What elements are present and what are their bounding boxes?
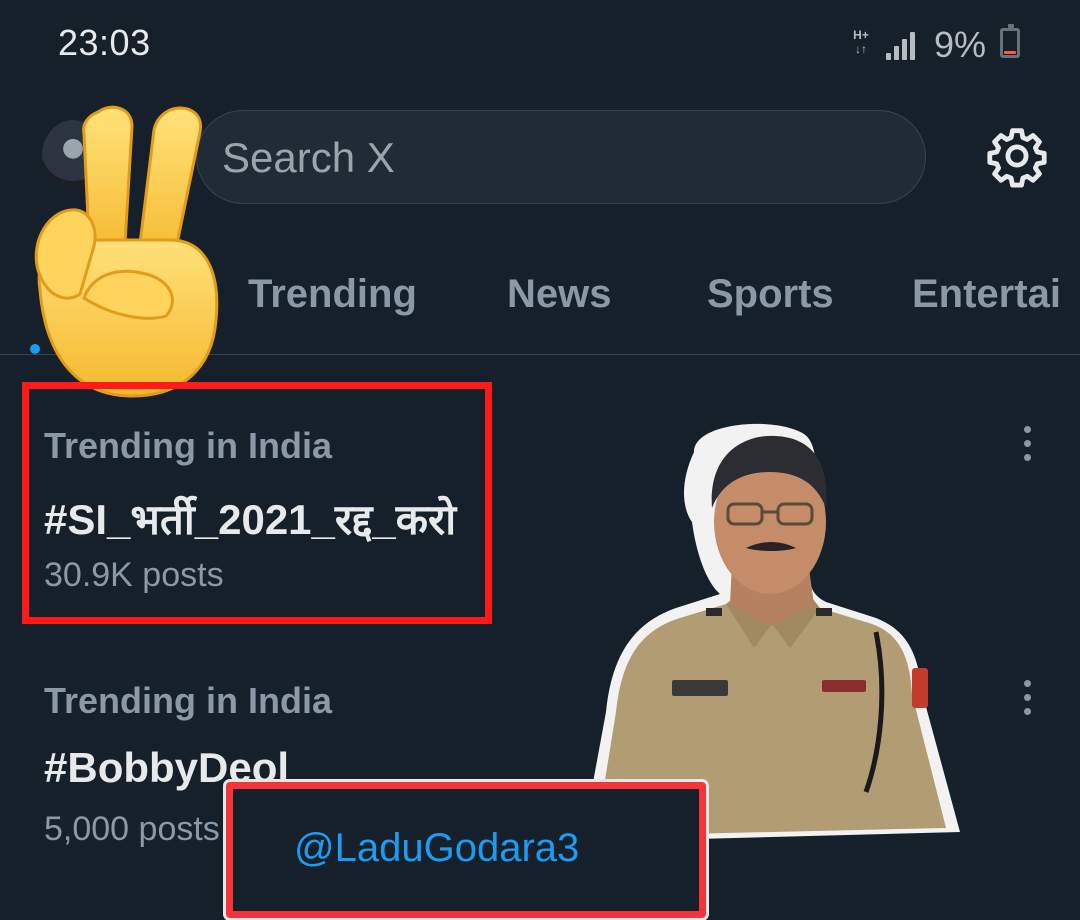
- trend-context: Trending in India: [44, 425, 332, 466]
- gear-icon[interactable]: [985, 124, 1049, 188]
- trend-post-count: 30.9K posts: [44, 556, 224, 594]
- network-type-icon: H+ ↓↑: [848, 28, 874, 62]
- tab-news[interactable]: News: [507, 272, 612, 317]
- officer-photo: [582, 423, 960, 842]
- tab-sports[interactable]: Sports: [707, 272, 834, 317]
- tab-entertainment[interactable]: Entertai: [912, 272, 1061, 317]
- victory-hand-icon: [34, 105, 219, 398]
- status-time: 23:03: [58, 22, 151, 63]
- network-type-label: H+: [853, 28, 869, 42]
- more-options-icon[interactable]: [1022, 678, 1032, 718]
- tab-trending[interactable]: Trending: [248, 272, 417, 317]
- trend-context: Trending in India: [44, 680, 332, 721]
- trend-post-count: 5,000 posts: [44, 810, 220, 848]
- trend-name[interactable]: #SI_भर्ती_2021_रद्द_करो: [44, 490, 456, 547]
- more-options-icon[interactable]: [1022, 424, 1032, 464]
- handle-text: @LaduGodara3: [294, 826, 580, 870]
- battery-percent: 9%: [934, 24, 987, 65]
- battery-icon: [1000, 24, 1020, 58]
- signal-icon: [886, 30, 916, 60]
- data-arrows-icon: ↓↑: [855, 42, 867, 56]
- search-placeholder[interactable]: Search X: [222, 134, 395, 182]
